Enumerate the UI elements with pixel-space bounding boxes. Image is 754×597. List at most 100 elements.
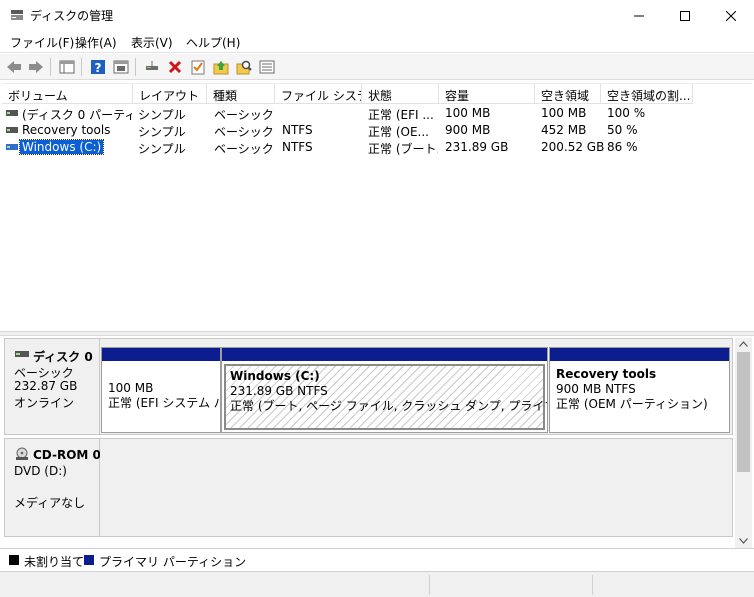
legend: 未割り当て プライマリ パーティション [0,548,754,570]
delete-icon [168,60,182,74]
cell-free-space: 100 MB [541,106,587,120]
list-view-icon [259,60,275,74]
cell-type: ベーシック [214,125,274,139]
status-pane-divider [429,575,430,595]
forward-button[interactable] [26,57,46,77]
cell-layout: シンプル [138,125,186,139]
legend-label-unallocated: 未割り当て [24,555,85,569]
partition-body: Recovery tools 900 MB NTFS 正常 (OEM パーティシ… [552,364,727,430]
help-button[interactable]: ? [88,57,108,77]
partition-body: 100 MB 正常 (EFI システム パー [104,364,220,430]
title-bar: ディスクの管理 [0,0,754,31]
column-header-free-space[interactable]: 空き領域 [535,84,601,104]
close-icon [726,10,736,21]
primary-partition-bar [550,348,729,361]
search-folder-button[interactable] [234,57,254,77]
menu-help[interactable]: ヘルプ(H) [186,34,240,51]
console-tree-icon [113,60,129,74]
cdrom-drive-letter: DVD (D:) [14,464,67,478]
cdrom-name: CD-ROM 0 [33,448,101,462]
menu-action[interactable]: 操作(A) [75,34,117,51]
status-bar [0,571,754,597]
partition-efi[interactable]: 100 MB 正常 (EFI システム パー [101,347,221,433]
status-pane-divider [592,575,593,595]
column-header-layout[interactable]: レイアウト [133,84,207,104]
back-arrow-icon [7,61,21,73]
connect-disk-icon [146,61,158,70]
delete-button[interactable] [165,57,185,77]
console-tree-button[interactable] [111,57,131,77]
cell-status: 正常 (OE... [368,125,429,139]
scroll-up-icon[interactable] [739,341,748,347]
cell-volume: (ディスク 0 パーティシ... [22,108,132,122]
partition-windows-c[interactable]: Windows (C:) 231.89 GB NTFS 正常 (ブート, ページ… [221,347,548,433]
primary-partition-bar [102,348,220,361]
volume-icon [6,127,18,133]
partition-title: Recovery tools [556,367,657,381]
cell-free-percent: 86 % [607,140,638,154]
table-row-selected[interactable]: Windows (C:) シンプル ベーシック NTFS 正常 (ブート... … [2,139,752,156]
minimize-button[interactable] [616,0,662,31]
menu-view[interactable]: 表示(V) [131,34,173,51]
scroll-down-icon[interactable] [739,538,748,544]
table-row[interactable]: (ディスク 0 パーティシ... シンプル ベーシック 正常 (EFI ... … [2,105,752,122]
maximize-icon [680,10,690,21]
column-header-volume[interactable]: ボリューム [2,84,133,104]
scroll-thumb[interactable] [737,352,750,472]
partition-title: Windows (C:) [230,369,320,383]
minimize-icon [634,15,644,16]
disk-0-partitions: 100 MB 正常 (EFI システム パー Windows (C:) 231.… [100,338,733,435]
volume-list[interactable]: ボリューム レイアウト 種類 ファイル システム 状態 容量 空き領域 空き領域… [2,83,752,329]
cdrom-0-area [100,438,733,537]
legend-swatch-primary-partition [84,555,94,565]
cell-filesystem: NTFS [282,140,313,154]
properties-pane-icon [59,60,75,74]
table-row[interactable]: Recovery tools シンプル ベーシック NTFS 正常 (OE...… [2,122,752,139]
show-hide-tree-button[interactable] [57,57,77,77]
column-header-free-percent[interactable]: 空き領域の割... [601,84,693,104]
forward-arrow-icon [29,61,43,73]
partition-size: 900 MB NTFS [556,382,636,396]
connect-disk-button[interactable] [142,57,162,77]
toolbar-separator [135,58,136,76]
column-header-capacity[interactable]: 容量 [439,84,535,104]
up-folder-icon [213,61,229,75]
checklist-button[interactable] [188,57,208,77]
cdrom-0-label[interactable]: CD-ROM 0 DVD (D:) メディアなし [4,438,101,537]
svg-text:?: ? [95,61,102,75]
back-button[interactable] [4,57,24,77]
cell-free-percent: 50 % [607,123,638,137]
vertical-scrollbar[interactable] [735,338,752,548]
cell-type: ベーシック [214,108,274,122]
list-view-button[interactable] [257,57,277,77]
cell-filesystem: NTFS [282,123,313,137]
column-header-status[interactable]: 状態 [362,84,439,104]
disk-size: 232.87 GB [14,379,78,393]
cell-free-space: 200.52 GB [541,140,605,154]
close-button[interactable] [708,0,754,31]
toolbar: ? [0,54,754,80]
volume-icon [6,144,18,150]
legend-swatch-unallocated [9,555,19,565]
cell-status: 正常 (ブート... [368,142,438,156]
primary-partition-bar [222,348,547,361]
column-header-filesystem[interactable]: ファイル システム [275,84,362,104]
cell-status: 正常 (EFI ... [368,108,434,122]
partition-recovery-tools[interactable]: Recovery tools 900 MB NTFS 正常 (OEM パーティシ… [549,347,730,433]
disk-name: ディスク 0 [33,350,93,364]
up-folder-button[interactable] [211,57,231,77]
column-header-type[interactable]: 種類 [207,84,275,104]
toolbar-separator [81,58,82,76]
menu-file[interactable]: ファイル(F) [10,34,74,51]
disk-state: オンライン [14,396,75,410]
pane-splitter[interactable] [0,331,754,336]
legend-label-primary-partition: プライマリ パーティション [99,555,247,569]
partition-size: 100 MB [108,381,154,395]
search-folder-icon [236,60,252,75]
disk-0-label[interactable]: ディスク 0 ベーシック 232.87 GB オンライン [4,338,100,435]
partition-status: 正常 (OEM パーティション) [556,397,708,411]
menu-bar: ファイル(F) 操作(A) 表示(V) ヘルプ(H) [0,31,754,53]
maximize-button[interactable] [662,0,708,31]
cell-capacity: 900 MB [445,123,491,137]
disk-drive-icon [15,351,29,357]
